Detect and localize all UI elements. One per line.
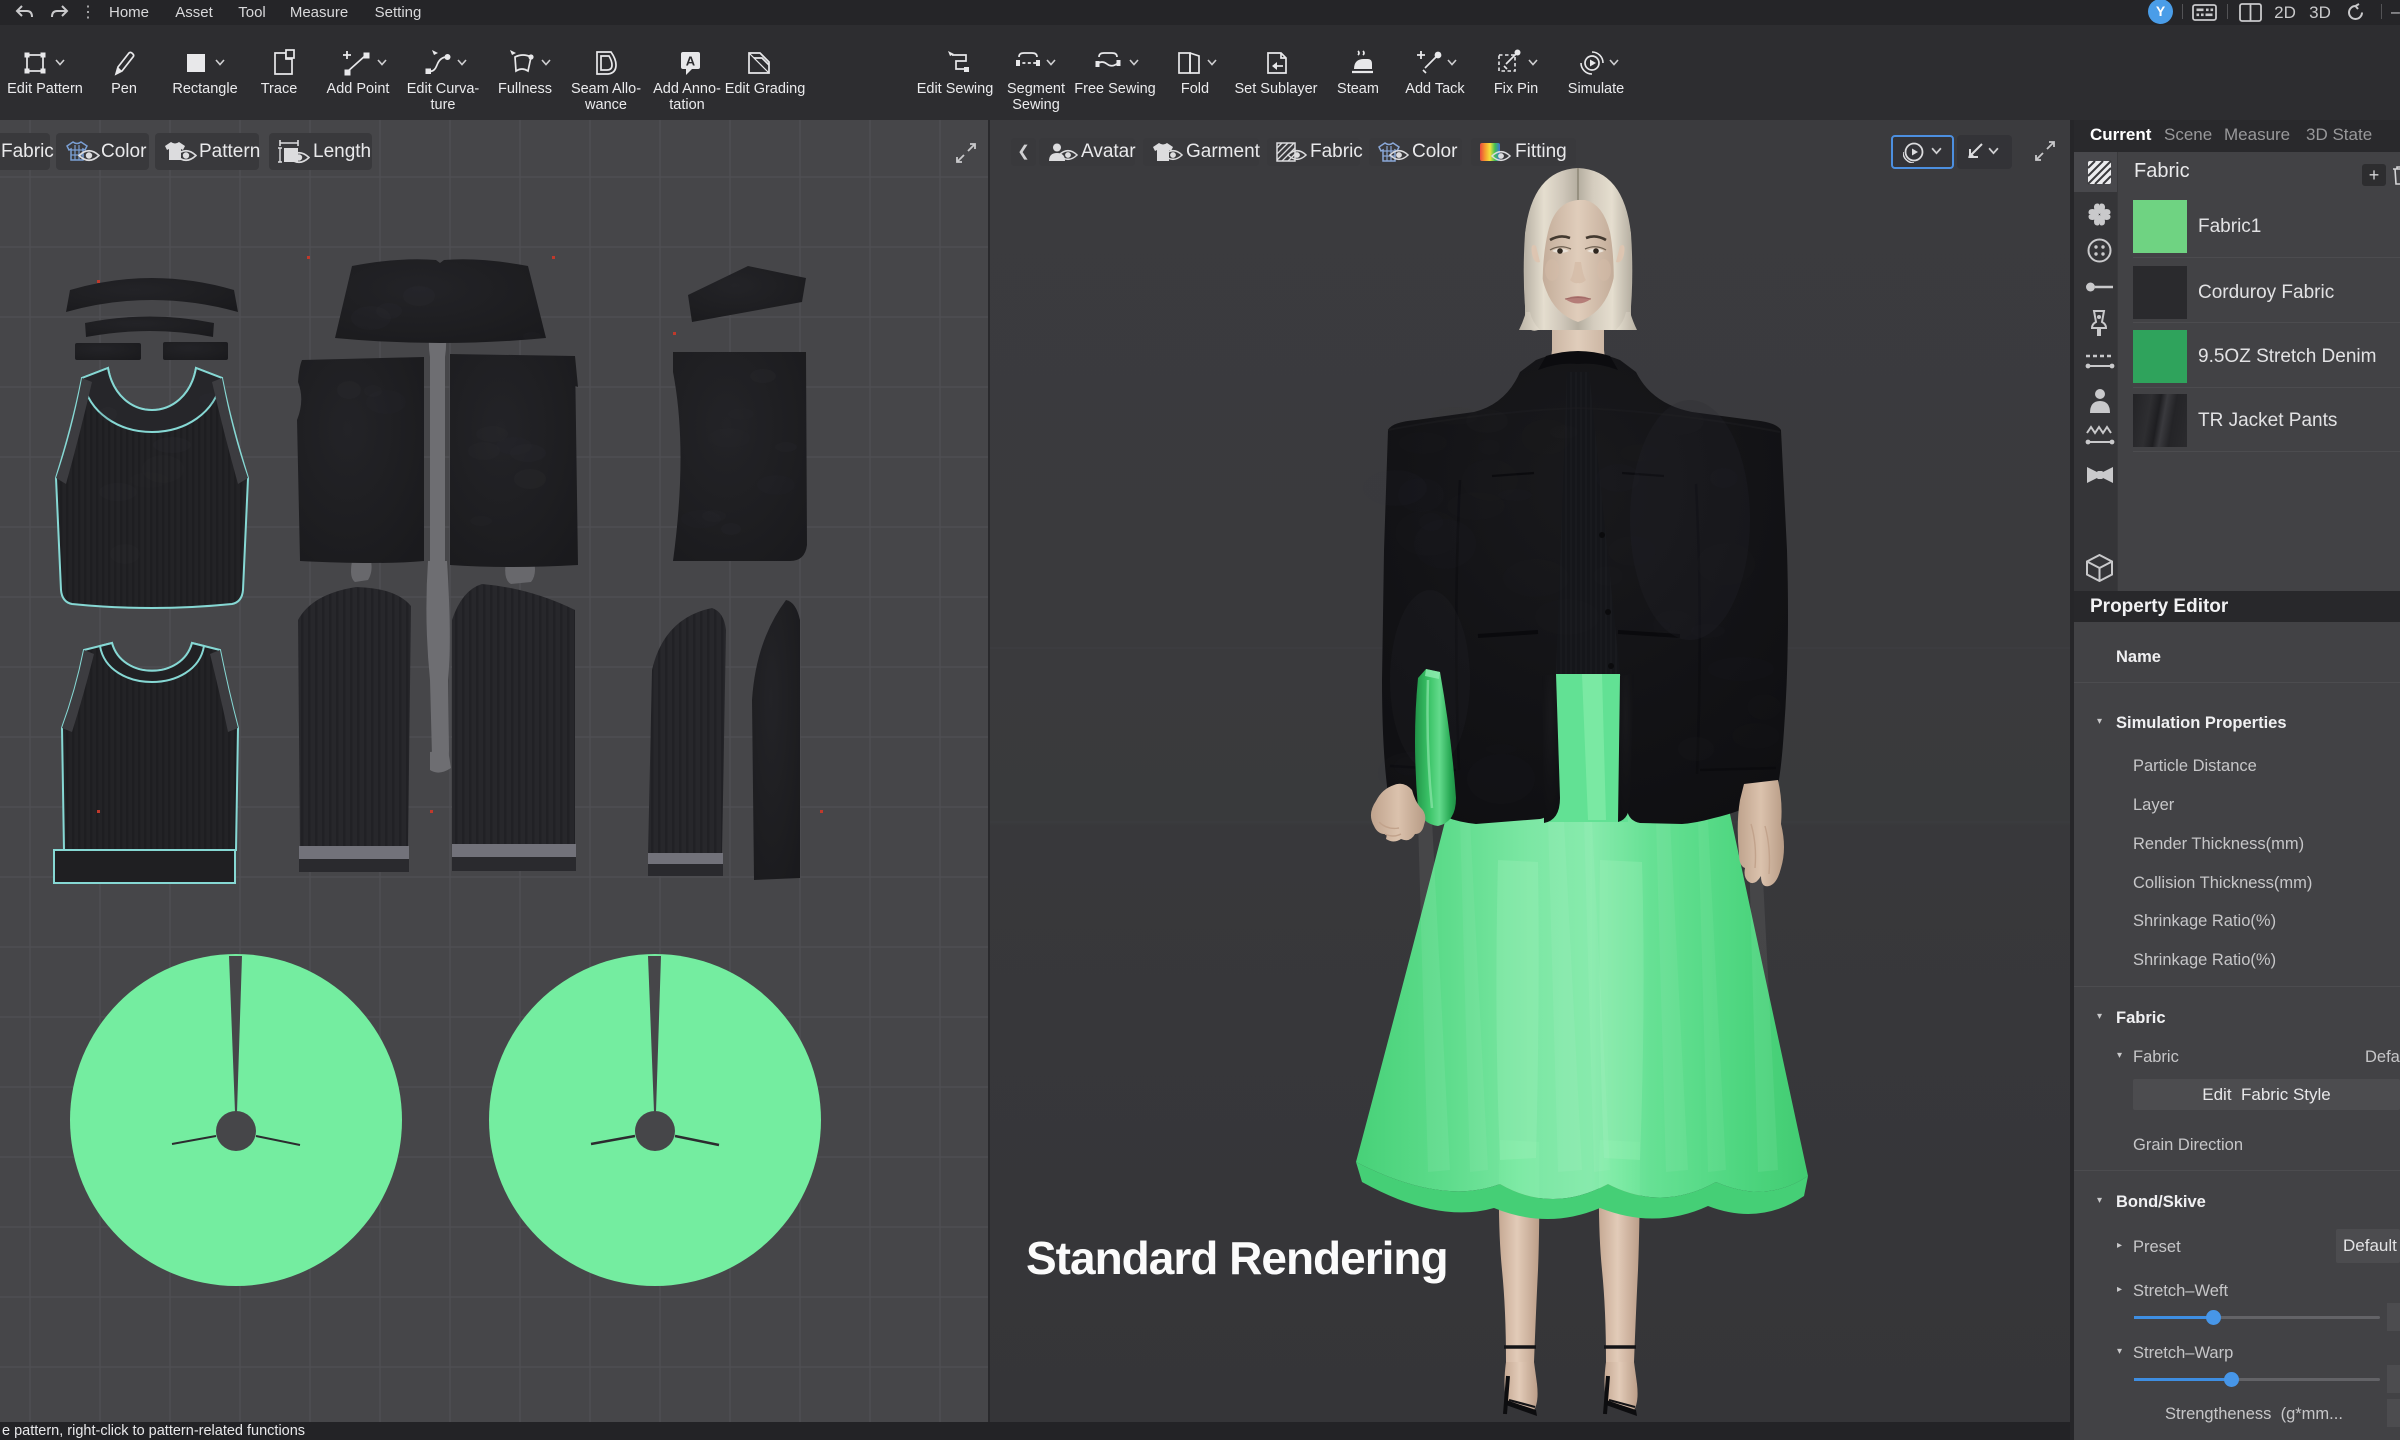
svg-text:A: A	[686, 54, 696, 69]
